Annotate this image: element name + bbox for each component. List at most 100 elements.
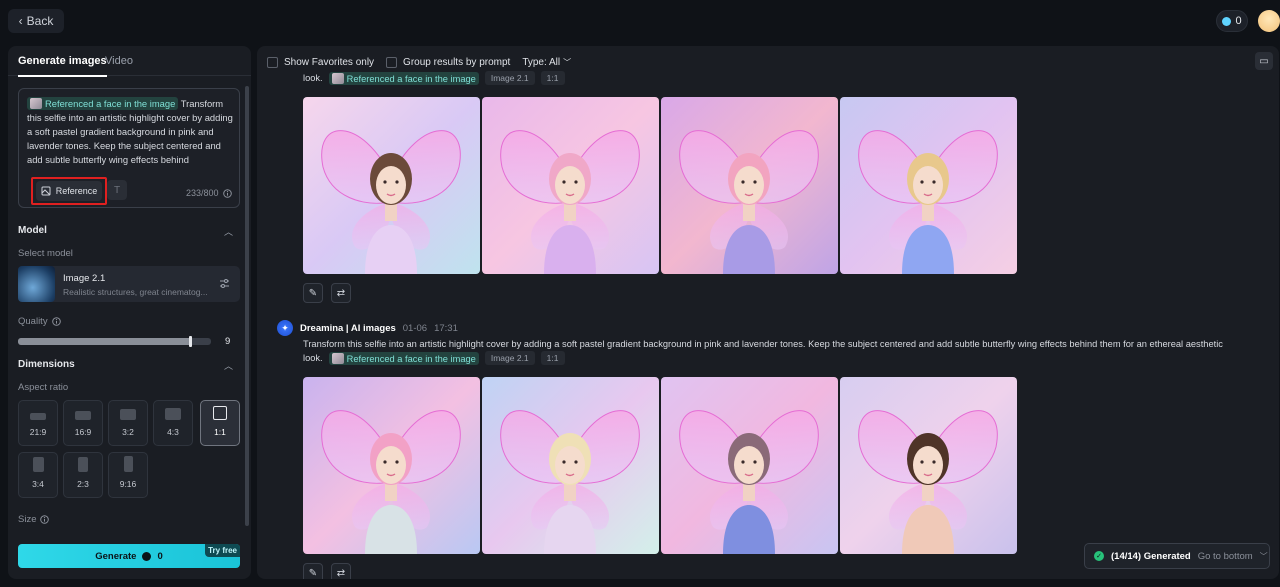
date: 01-06 bbox=[402, 322, 428, 334]
repeat-icon: ⇄ bbox=[336, 287, 346, 299]
reference-button[interactable]: Reference bbox=[36, 181, 102, 201]
regenerate-button[interactable]: ⇄ bbox=[331, 563, 351, 579]
ratio-pill: 1:1 bbox=[540, 71, 565, 85]
panel-scrollbar[interactable] bbox=[245, 86, 249, 526]
edit-button[interactable]: ✎ bbox=[303, 563, 323, 579]
reference-button-label: Reference bbox=[55, 186, 98, 196]
text-style-button[interactable]: T bbox=[107, 180, 127, 200]
generated-image[interactable] bbox=[303, 97, 480, 274]
results-filters: Show Favorites only Group results by pro… bbox=[267, 54, 583, 70]
collapse-chevron-icon[interactable]: ︿ bbox=[224, 225, 233, 238]
image-reference-icon bbox=[41, 186, 51, 196]
time: 17:31 bbox=[434, 322, 458, 334]
avatar[interactable] bbox=[1258, 10, 1280, 32]
reference-thumbnail bbox=[331, 352, 344, 364]
check-icon: ✓ bbox=[1094, 551, 1104, 561]
generated-image[interactable] bbox=[482, 97, 659, 274]
checkbox[interactable] bbox=[386, 56, 398, 68]
generated-image[interactable] bbox=[840, 97, 1017, 274]
top-bar: ‹ Back 0 bbox=[0, 0, 1280, 42]
aspect-ratio-option[interactable]: 21:9 bbox=[18, 400, 58, 446]
prompt-input[interactable]: Referenced a face in the image Transform… bbox=[18, 88, 240, 208]
reference-thumbnail bbox=[30, 98, 42, 109]
group2-prompt: Transform this selfie into an artistic h… bbox=[303, 339, 1223, 349]
checkbox[interactable] bbox=[267, 56, 278, 68]
author-name: Dreamina | AI images bbox=[300, 322, 396, 334]
model-selector[interactable]: Image 2.1 Realistic structures, great ci… bbox=[18, 266, 240, 302]
quality-slider[interactable] bbox=[18, 338, 211, 345]
model-thumbnail bbox=[18, 266, 55, 302]
ratio-shape-icon bbox=[32, 457, 44, 472]
aspect-ratio-option[interactable]: 4:3 bbox=[153, 400, 193, 446]
type-label: Type: All bbox=[522, 56, 561, 68]
go-to-bottom-link[interactable]: Go to bottom bbox=[1198, 551, 1253, 562]
ratio-shape-icon bbox=[120, 409, 136, 420]
generated-image[interactable] bbox=[482, 377, 659, 554]
folder-button[interactable]: ▭ bbox=[1255, 52, 1273, 70]
generate-cost: 0 bbox=[157, 550, 163, 562]
quality-label: Quality bbox=[18, 316, 48, 327]
dreamina-logo-icon: ✦ bbox=[277, 320, 293, 336]
tab-video[interactable]: Video bbox=[105, 55, 133, 67]
collapse-chevron-icon[interactable]: ︿ bbox=[224, 359, 233, 372]
back-label: Back bbox=[26, 14, 54, 28]
generated-image[interactable] bbox=[661, 377, 838, 554]
aspect-ratio-option[interactable]: 2:3 bbox=[63, 452, 103, 498]
generation-status-toast[interactable]: ✓ (14/14) Generated Go to bottom ﹀ bbox=[1084, 543, 1270, 569]
group2-meta: look. Referenced a face in the image Ima… bbox=[303, 351, 565, 365]
ratio-shape-icon bbox=[123, 456, 133, 472]
ratio-label: 4:3 bbox=[167, 427, 179, 437]
group-results-filter[interactable]: Group results by prompt bbox=[386, 56, 510, 68]
repeat-icon: ⇄ bbox=[336, 567, 346, 579]
try-free-badge: Try free bbox=[205, 544, 240, 557]
aspect-ratio-option[interactable]: 1:1 bbox=[200, 400, 240, 446]
dimensions-section-title: Dimensions bbox=[18, 359, 75, 370]
back-button[interactable]: ‹ Back bbox=[8, 9, 64, 33]
tab-generate-images[interactable]: Generate images bbox=[18, 55, 107, 77]
quality-label-row: Quality bbox=[18, 316, 61, 327]
ratio-shape-icon bbox=[75, 411, 91, 420]
ratio-shape-icon bbox=[213, 406, 227, 420]
results-panel: Show Favorites only Group results by pro… bbox=[257, 46, 1279, 579]
generated-count: (14/14) Generated bbox=[1111, 550, 1191, 562]
show-favorites-label: Show Favorites only bbox=[284, 56, 375, 68]
reference-chip[interactable]: Referenced a face in the image bbox=[328, 71, 479, 85]
reference-chip-label: Referenced a face in the image bbox=[346, 353, 476, 364]
char-counter-value: 233/800 bbox=[186, 188, 219, 198]
generated-image[interactable] bbox=[840, 377, 1017, 554]
reference-thumbnail bbox=[331, 72, 344, 84]
reference-chip[interactable]: Referenced a face in the image bbox=[328, 351, 479, 365]
regenerate-button[interactable]: ⇄ bbox=[331, 283, 351, 303]
aspect-ratio-option[interactable]: 9:16 bbox=[108, 452, 148, 498]
generated-image[interactable] bbox=[303, 377, 480, 554]
ratio-label: 9:16 bbox=[119, 479, 137, 489]
image-row-2 bbox=[303, 377, 1017, 554]
quality-slider-fill bbox=[18, 338, 192, 345]
edit-button[interactable]: ✎ bbox=[303, 283, 323, 303]
aspect-ratio-option[interactable]: 16:9 bbox=[63, 400, 103, 446]
show-favorites-filter[interactable]: Show Favorites only bbox=[267, 56, 375, 68]
credits-badge[interactable]: 0 bbox=[1216, 10, 1248, 32]
aspect-ratio-option[interactable]: 3:4 bbox=[18, 452, 58, 498]
aspect-ratio-option[interactable]: 3:2 bbox=[108, 400, 148, 446]
model-name: Image 2.1 bbox=[63, 273, 106, 284]
ratio-shape-icon bbox=[165, 408, 181, 420]
sliders-icon[interactable] bbox=[219, 278, 230, 289]
text-t-icon: T bbox=[113, 184, 121, 196]
type-dropdown[interactable]: Type: All ﹀ bbox=[522, 57, 571, 68]
image-row-1 bbox=[303, 97, 1017, 274]
reference-chip[interactable]: Referenced a face in the image bbox=[27, 97, 179, 110]
generate-button[interactable]: Generate 0 Try free bbox=[18, 544, 240, 568]
prompt-text[interactable]: Referenced a face in the image Transform… bbox=[27, 97, 235, 167]
chevron-left-icon: ‹ bbox=[18, 14, 23, 28]
char-counter: 233/800 bbox=[186, 188, 232, 198]
generated-image[interactable] bbox=[661, 97, 838, 274]
credit-coin-icon bbox=[1222, 16, 1232, 26]
prompt-tail: look. bbox=[303, 73, 323, 83]
quality-slider-handle[interactable] bbox=[189, 336, 192, 347]
info-icon bbox=[40, 515, 50, 524]
ratio-label: 1:1 bbox=[214, 427, 226, 437]
ratio-label: 3:2 bbox=[122, 427, 134, 437]
generate-label: Generate bbox=[95, 550, 137, 562]
model-section-title: Model bbox=[18, 225, 47, 236]
